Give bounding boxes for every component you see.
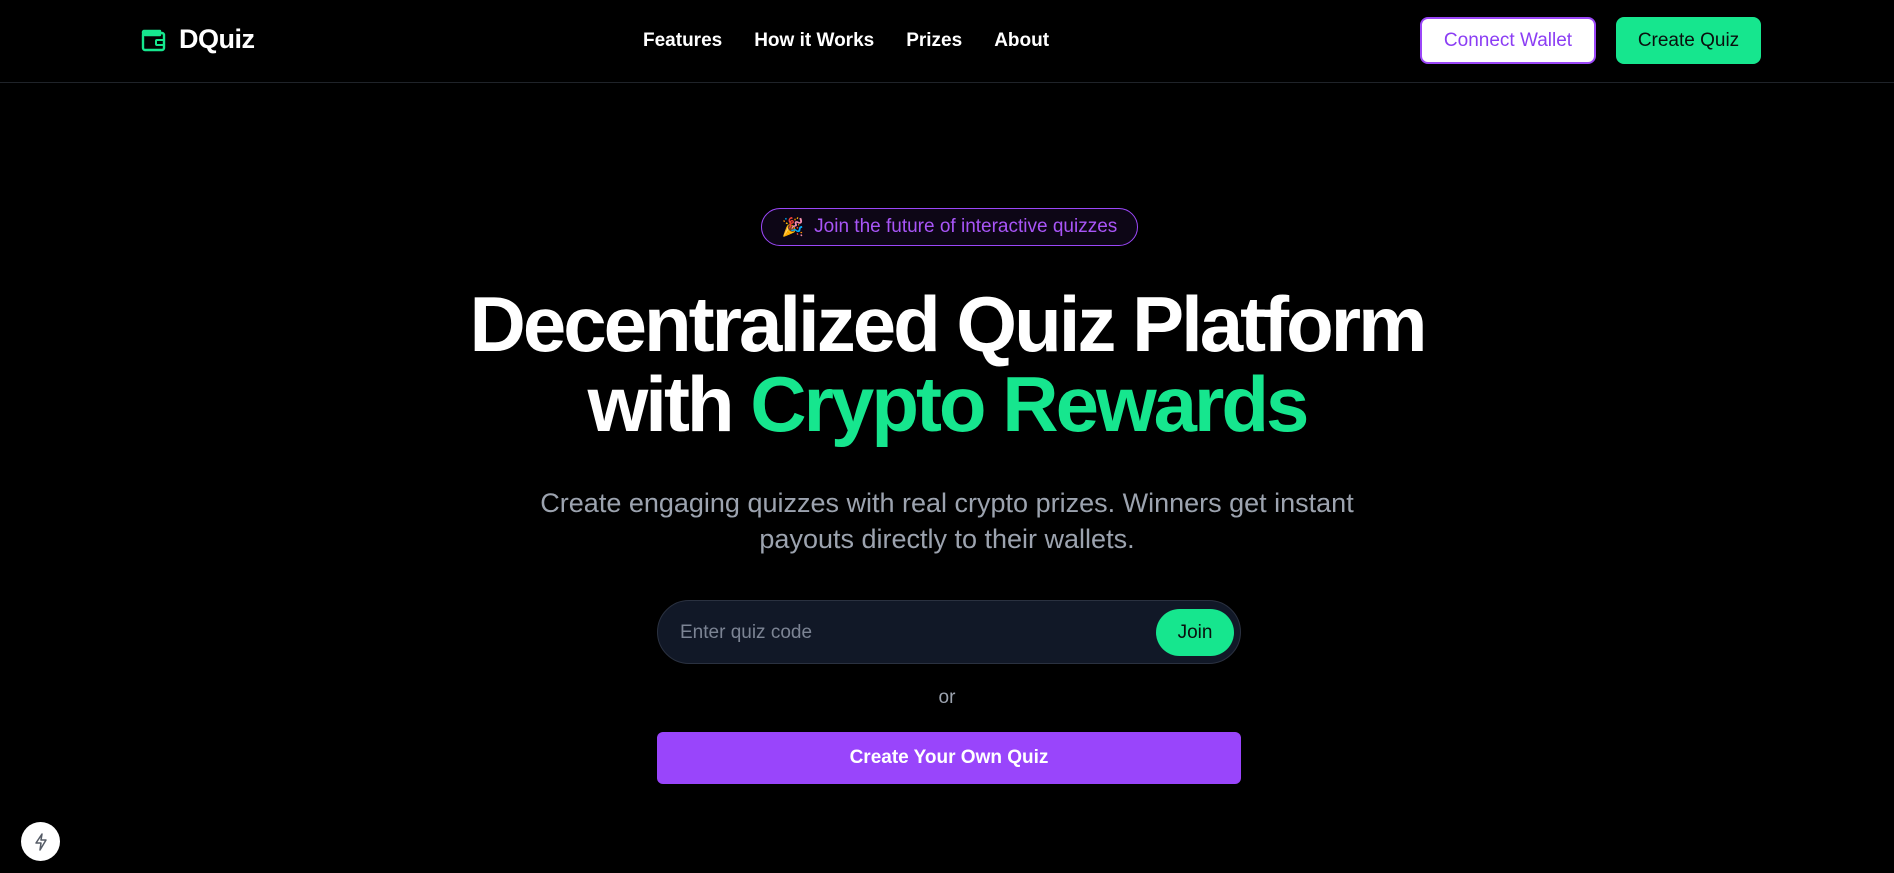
dev-tools-button[interactable]	[21, 822, 60, 861]
wallet-icon	[141, 29, 166, 51]
nav-link-prizes[interactable]: Prizes	[906, 30, 962, 52]
connect-wallet-button[interactable]: Connect Wallet	[1420, 17, 1596, 64]
nav-link-about[interactable]: About	[994, 30, 1049, 52]
create-own-quiz-button[interactable]: Create Your Own Quiz	[657, 732, 1241, 784]
nav-links: Features How it Works Prizes About	[643, 30, 1081, 52]
nav-link-features[interactable]: Features	[643, 30, 722, 52]
badge-text: Join the future of interactive quizzes	[814, 216, 1118, 237]
join-quiz-form: Join	[657, 600, 1241, 664]
create-quiz-button[interactable]: Create Quiz	[1616, 17, 1761, 64]
join-button[interactable]: Join	[1156, 609, 1234, 656]
lightning-bolt-icon	[34, 832, 47, 851]
announcement-badge: 🎉 Join the future of interactive quizzes	[761, 208, 1138, 246]
quiz-code-input[interactable]	[680, 617, 1120, 649]
nav-link-how-it-works[interactable]: How it Works	[754, 30, 874, 52]
top-navbar: DQuiz Features How it Works Prizes About…	[0, 0, 1894, 83]
headline-line-1: Decentralized Quiz Platform	[469, 280, 1428, 368]
hero-subtitle: Create engaging quizzes with real crypto…	[540, 488, 1354, 554]
headline-accent: Crypto Rewards	[750, 360, 1309, 448]
or-divider: or	[938, 687, 956, 708]
brand-name: DQuiz	[179, 24, 255, 54]
hero-headline: Decentralized Quiz Platform with Crypto …	[0, 284, 1894, 444]
party-popper-icon: 🎉	[781, 216, 805, 237]
brand-logo[interactable]: DQuiz	[139, 24, 255, 55]
headline-prefix: with	[587, 360, 735, 448]
